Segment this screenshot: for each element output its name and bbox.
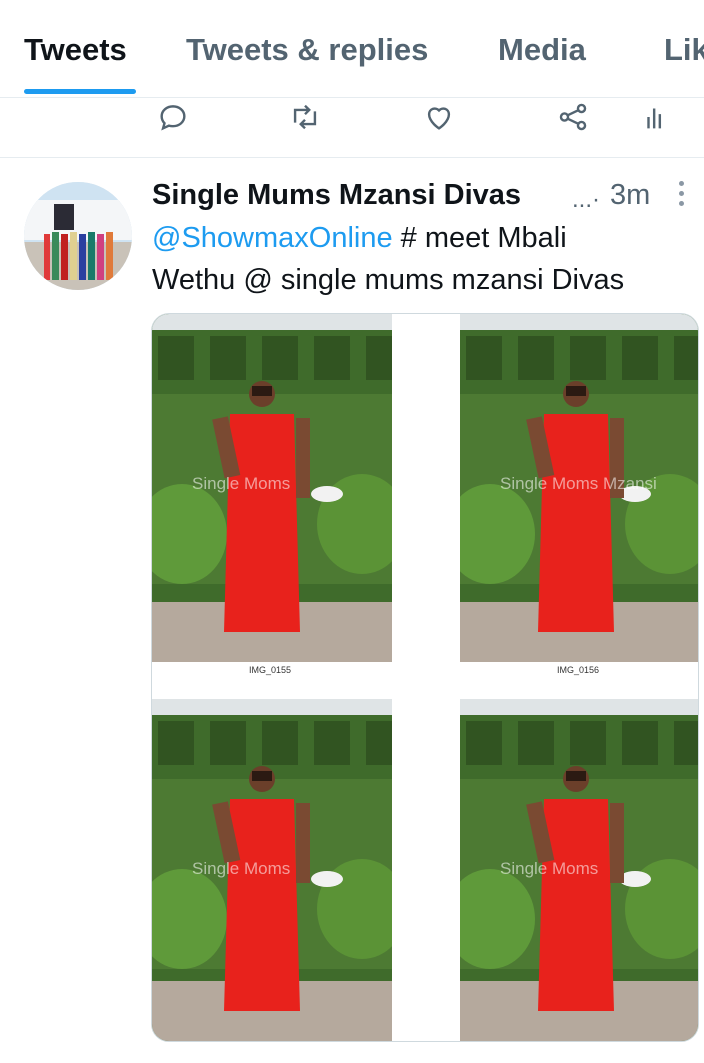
mention-link[interactable]: @ShowmaxOnline (152, 222, 393, 254)
media-caption-2: IMG_0156 (557, 665, 600, 675)
tab-tweets-replies[interactable]: Tweets & replies (186, 32, 428, 68)
analytics-icon[interactable] (640, 100, 676, 136)
tweet-text-line-1: @ShowmaxOnline # meet Mbali (152, 222, 567, 255)
media-photo-4[interactable]: Single Moms (460, 699, 698, 1041)
tweet-text-line-2: Wethu @ single mums mzansi Divas (152, 264, 625, 296)
media-photo-1[interactable]: Single Moms (152, 314, 392, 662)
more-options-icon[interactable] (672, 178, 690, 208)
media-caption-1: IMG_0155 (249, 665, 292, 675)
author-name[interactable]: Single Mums Mzansi Divas (152, 179, 521, 212)
svg-text:Single Moms: Single Moms (500, 859, 598, 878)
tweet-time[interactable]: 3m (610, 179, 650, 212)
svg-text:Single Moms Mzansi: Single Moms Mzansi (500, 474, 657, 493)
share-icon[interactable] (556, 100, 592, 136)
svg-text:Single Moms: Single Moms (192, 474, 290, 493)
previous-tweet-actions (0, 97, 704, 158)
active-tab-indicator (24, 89, 136, 94)
tweet-media-grid: Single Moms Single Moms Mzansi Single Mo… (151, 313, 699, 1042)
reply-icon[interactable] (156, 100, 192, 136)
like-icon[interactable] (422, 100, 458, 136)
media-photo-3[interactable]: Single Moms (152, 699, 392, 1041)
svg-text:Single Moms: Single Moms (192, 859, 290, 878)
media-photo-2[interactable]: Single Moms Mzansi (460, 314, 698, 662)
name-truncation: ...· (572, 186, 600, 213)
tab-likes[interactable]: Lik (664, 32, 704, 68)
tweet-text-segment: # meet Mbali (392, 222, 567, 254)
retweet-icon[interactable] (288, 100, 324, 136)
tab-tweets[interactable]: Tweets (24, 32, 127, 68)
tab-media[interactable]: Media (498, 32, 586, 68)
profile-tabs: Tweets Tweets & replies Media Lik (0, 0, 704, 98)
avatar[interactable] (24, 182, 132, 290)
